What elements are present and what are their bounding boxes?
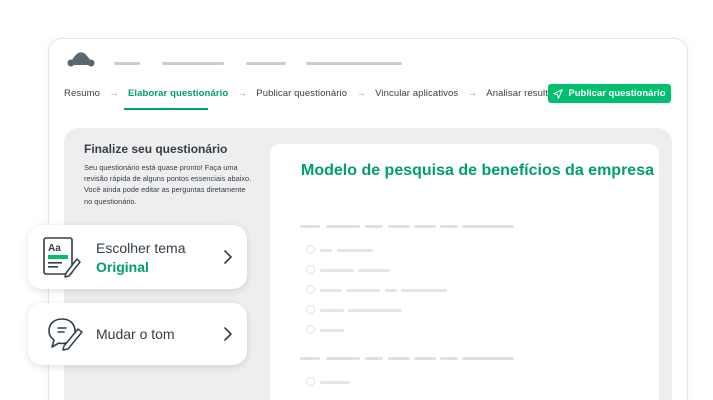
radio-option[interactable] xyxy=(306,325,315,334)
option-placeholder xyxy=(358,269,390,272)
choose-theme-label: Escolher tema xyxy=(96,240,186,256)
option-placeholder xyxy=(320,249,332,252)
arrow-right-icon: → xyxy=(237,88,248,99)
option-placeholder xyxy=(320,329,344,332)
chevron-right-icon xyxy=(224,327,232,341)
arrow-right-icon: → xyxy=(467,88,478,99)
radio-option[interactable] xyxy=(306,245,315,254)
nav-placeholder-4 xyxy=(306,62,402,65)
option-placeholder xyxy=(320,309,344,312)
step-vincular[interactable]: Vincular aplicativos xyxy=(375,88,458,99)
active-step-underline xyxy=(124,108,208,110)
option-placeholder xyxy=(320,381,350,384)
aa-theme-icon: Aa xyxy=(43,237,81,278)
radio-option[interactable] xyxy=(306,377,315,386)
chevron-right-icon xyxy=(224,250,232,264)
question-placeholder xyxy=(326,225,360,228)
finalize-description: Seu questionário está quase pronto! Faça… xyxy=(84,163,252,206)
publish-button-label: Publicar questionário xyxy=(568,88,666,99)
nav-placeholder-3 xyxy=(246,62,286,65)
change-tone-label: Mudar o tom xyxy=(96,326,175,342)
survey-preview xyxy=(270,144,659,400)
question-placeholder xyxy=(388,357,410,360)
monkey-logo-icon xyxy=(67,52,95,69)
nav-placeholder-2 xyxy=(162,62,224,65)
send-icon xyxy=(553,88,564,99)
svg-text:Aa: Aa xyxy=(48,243,61,254)
question-placeholder xyxy=(414,357,436,360)
option-placeholder xyxy=(320,269,354,272)
question-placeholder xyxy=(414,225,436,228)
question-placeholder xyxy=(440,225,458,228)
radio-option[interactable] xyxy=(306,285,315,294)
option-placeholder xyxy=(320,289,342,292)
change-tone-card[interactable]: Mudar o tom xyxy=(28,303,247,365)
choose-theme-card[interactable]: Aa Escolher tema Original xyxy=(28,225,247,289)
step-publicar[interactable]: Publicar questionário xyxy=(256,88,347,99)
radio-option[interactable] xyxy=(306,265,315,274)
question-placeholder xyxy=(365,357,383,360)
arrow-right-icon: → xyxy=(356,88,367,99)
question-placeholder xyxy=(326,357,360,360)
question-placeholder xyxy=(440,357,458,360)
option-placeholder xyxy=(385,289,397,292)
question-placeholder xyxy=(300,357,320,360)
step-resumo[interactable]: Resumo xyxy=(64,88,100,99)
question-placeholder xyxy=(462,225,514,228)
finalize-title: Finalize seu questionário xyxy=(84,142,228,156)
survey-title: Modelo de pesquisa de benefícios da empr… xyxy=(301,162,654,179)
option-placeholder xyxy=(346,289,380,292)
question-placeholder xyxy=(365,225,383,228)
publish-button[interactable]: Publicar questionário xyxy=(548,84,671,103)
option-placeholder xyxy=(401,289,447,292)
radio-option[interactable] xyxy=(306,305,315,314)
stage: Resumo → Elaborar questionário → Publica… xyxy=(0,0,713,400)
question-placeholder xyxy=(388,225,410,228)
arrow-right-icon: → xyxy=(108,88,119,99)
option-placeholder xyxy=(337,249,373,252)
question-placeholder xyxy=(462,357,514,360)
chat-edit-icon xyxy=(48,318,83,351)
nav-placeholder-1 xyxy=(114,62,140,65)
step-elaborar[interactable]: Elaborar questionário xyxy=(128,88,228,99)
question-placeholder xyxy=(300,225,320,228)
theme-value: Original xyxy=(96,259,149,275)
option-placeholder xyxy=(348,309,402,312)
workflow-steps: Resumo → Elaborar questionário → Publica… xyxy=(64,88,569,99)
